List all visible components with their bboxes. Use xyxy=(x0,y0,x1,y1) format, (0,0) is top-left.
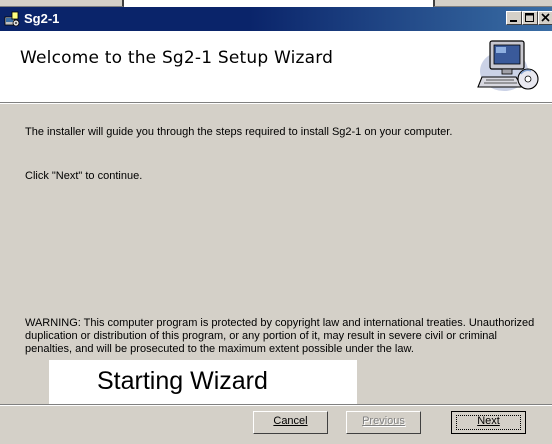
previous-button-label: Previous xyxy=(362,415,405,427)
background-window-strip xyxy=(0,0,552,7)
wizard-heading: Welcome to the Sg2-1 Setup Wizard xyxy=(20,48,334,68)
previous-button: Previous xyxy=(346,411,421,434)
status-overlay: Starting Wizard xyxy=(49,360,357,404)
maximize-icon xyxy=(525,13,534,22)
title-bar[interactable]: Sg2-1 xyxy=(0,7,552,31)
cancel-button[interactable]: Cancel xyxy=(253,411,328,434)
setup-wizard-window: Sg2-1 Welcome to the Sg2-1 Setup Wizard xyxy=(0,0,552,444)
status-overlay-text: Starting Wizard xyxy=(97,367,268,395)
wizard-body: The installer will guide you through the… xyxy=(0,104,552,404)
close-icon xyxy=(541,13,550,22)
background-window-right xyxy=(433,0,552,7)
close-button[interactable] xyxy=(538,11,552,25)
cancel-button-label: Cancel xyxy=(273,415,308,427)
intro-text: The installer will guide you through the… xyxy=(25,126,453,138)
header-banner: Welcome to the Sg2-1 Setup Wizard xyxy=(0,31,552,103)
window-title: Sg2-1 xyxy=(24,11,60,26)
next-button[interactable]: Next xyxy=(451,411,526,434)
maximize-button[interactable] xyxy=(522,11,538,25)
minimize-button[interactable] xyxy=(506,11,522,25)
next-button-label: Next xyxy=(477,415,500,427)
minimize-icon xyxy=(510,20,517,22)
computer-cd-icon xyxy=(476,37,540,95)
instruction-text: Click "Next" to continue. xyxy=(25,170,143,182)
background-window-left xyxy=(0,0,124,7)
copyright-warning: WARNING: This computer program is protec… xyxy=(25,317,535,355)
setup-icon xyxy=(4,11,20,27)
